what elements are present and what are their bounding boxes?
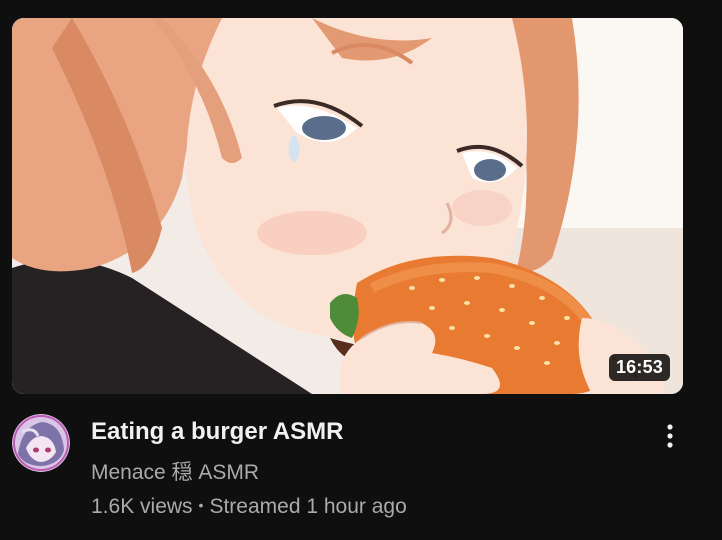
video-card: 16:53 Eating a burger ASMR Menace 穏 ASMR… xyxy=(0,0,722,540)
avatar-image xyxy=(12,414,70,472)
channel-name[interactable]: Menace 穏 ASMR xyxy=(91,458,662,488)
duration-badge: 16:53 xyxy=(608,354,670,381)
video-thumbnail[interactable]: 16:53 xyxy=(12,18,683,394)
channel-avatar[interactable] xyxy=(12,414,70,472)
video-stats: 1.6K views • Streamed 1 hour ago xyxy=(91,490,662,522)
video-title[interactable]: Eating a burger ASMR xyxy=(91,416,662,448)
view-count: 1.6K views xyxy=(91,495,193,518)
thumbnail-illustration xyxy=(12,18,683,394)
video-metadata: Eating a burger ASMR Menace 穏 ASMR 1.6K … xyxy=(91,416,662,522)
more-vert-icon xyxy=(667,424,673,448)
more-actions-button[interactable] xyxy=(654,418,686,454)
stream-time: Streamed 1 hour ago xyxy=(209,495,407,518)
separator-dot: • xyxy=(198,497,204,513)
